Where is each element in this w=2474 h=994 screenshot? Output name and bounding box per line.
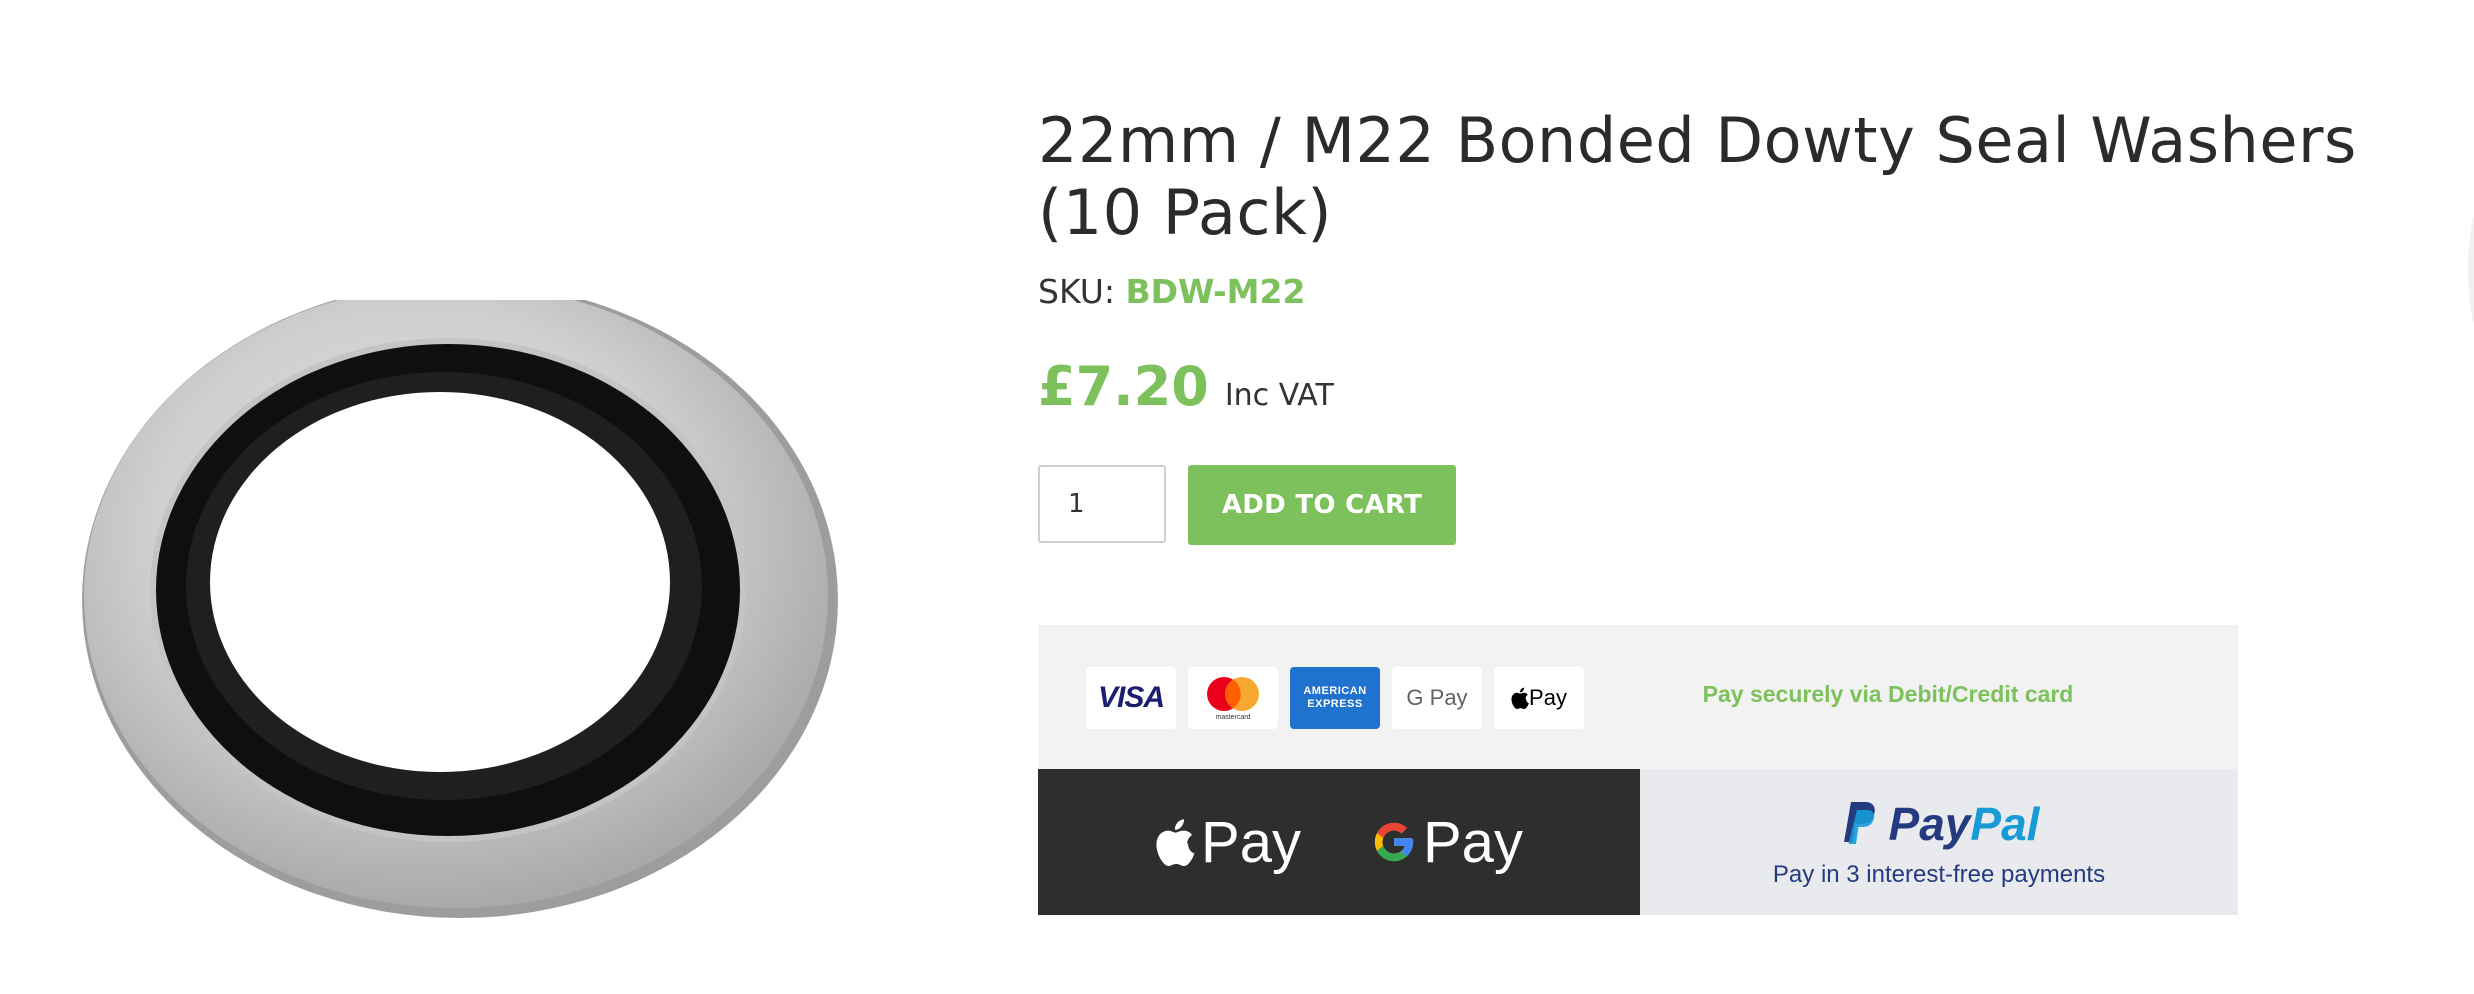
paypal-word-part1: Pay [1888, 798, 1971, 850]
amex-icon: AMERICAN EXPRESS [1290, 667, 1380, 729]
add-to-cart-button[interactable]: ADD TO CART [1188, 465, 1456, 545]
product-title: 22mm / M22 Bonded Dowty Seal Washers (10… [1038, 104, 2357, 249]
mastercard-icon: mastercard [1188, 667, 1278, 729]
wallet-payments-strip: Pay Pay [1038, 769, 1640, 915]
sku-line: SKU: BDW-M22 [1038, 272, 1305, 311]
apple-pay-text: Pay [1201, 809, 1301, 875]
secure-payment-text: Pay securely via Debit/Credit card [1702, 681, 2074, 707]
google-pay-text: Pay [1423, 809, 1523, 875]
paypal-word-part2: Pal [1970, 798, 2040, 850]
card-badges: VISA mastercard AMERICAN EXPRESS G Pay P… [1086, 667, 1584, 729]
mastercard-circles-icon [1207, 677, 1259, 711]
amex-line2: EXPRESS [1307, 698, 1363, 710]
paypal-pay-in-3-text: Pay in 3 interest-free payments [1772, 861, 2106, 888]
apple-pay-logo: Pay [1155, 809, 1301, 876]
paypal-logo: PayPal [1640, 797, 2238, 851]
sku-label: SKU: [1038, 272, 1115, 311]
apple-pay-badge-text: Pay [1529, 685, 1567, 710]
mastercard-wordmark: mastercard [1215, 714, 1251, 721]
apple-pay-badge-icon: Pay [1494, 667, 1584, 729]
google-g-icon [1374, 822, 1414, 862]
card-payments-strip: VISA mastercard AMERICAN EXPRESS G Pay P… [1038, 625, 2238, 769]
google-pay-badge-icon: G Pay [1392, 667, 1482, 729]
apple-logo-icon [1511, 687, 1529, 709]
edge-decoration [2468, 215, 2474, 325]
product-price: £7.20 [1038, 355, 1209, 418]
payment-methods-banner: VISA mastercard AMERICAN EXPRESS G Pay P… [1038, 625, 2238, 915]
paypal-strip: PayPal Pay in 3 interest-free payments [1640, 769, 2238, 915]
paypal-p-icon [1843, 802, 1875, 844]
apple-logo-icon [1156, 819, 1195, 866]
price-vat-label: Inc VAT [1224, 378, 1334, 413]
amex-line1: AMERICAN [1303, 685, 1367, 697]
google-pay-logo: Pay [1371, 809, 1523, 876]
sku-value: BDW-M22 [1125, 272, 1306, 311]
quantity-input[interactable] [1038, 465, 1166, 543]
product-image[interactable] [60, 300, 860, 940]
paypal-wordmark: PayPal [1889, 797, 2040, 851]
price-row: £7.20 Inc VAT [1038, 355, 1334, 418]
visa-icon: VISA [1086, 667, 1176, 729]
